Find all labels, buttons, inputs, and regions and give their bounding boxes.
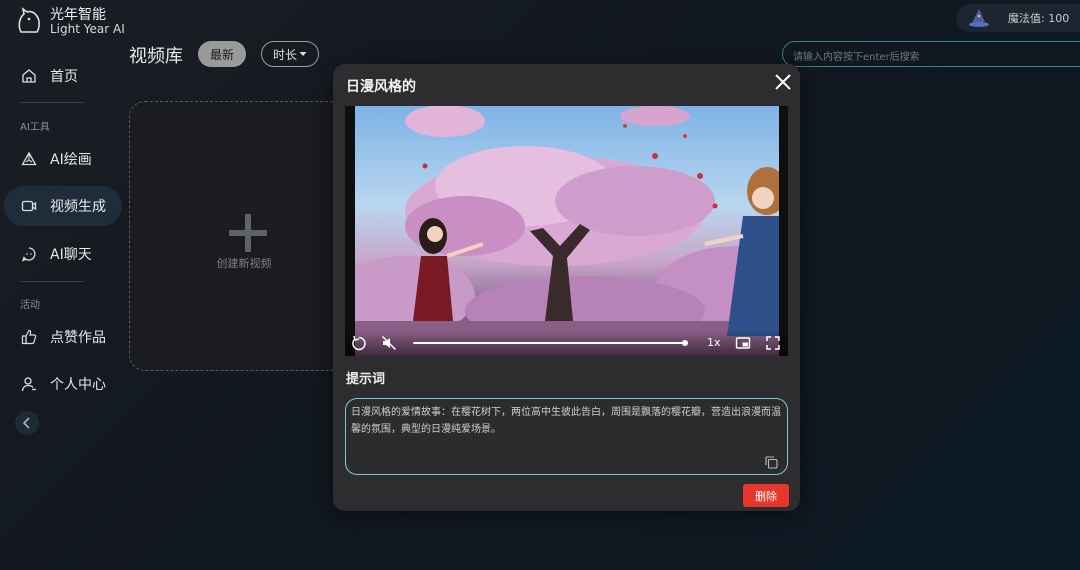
sidebar-divider: [20, 102, 84, 103]
close-icon[interactable]: [773, 72, 793, 92]
search-placeholder: 请输入内容按下enter后搜索: [793, 52, 920, 63]
prompt-heading: 提示词: [346, 372, 386, 387]
video-player[interactable]: 1x: [345, 106, 788, 356]
playback-speed[interactable]: 1x: [707, 336, 721, 349]
page-title: 视频库: [129, 46, 183, 67]
sidebar-item-home[interactable]: 首页: [4, 56, 122, 96]
muted-speaker-icon[interactable]: [381, 335, 397, 351]
wizard-hat-icon: [969, 9, 989, 27]
brand-name: 光年智能: [50, 7, 106, 23]
filter-duration-dropdown[interactable]: 时长: [261, 41, 319, 67]
filter-newest-button[interactable]: 最新: [198, 41, 246, 67]
copy-icon[interactable]: [765, 456, 778, 469]
delete-button[interactable]: 删除: [743, 484, 789, 507]
magic-points-caption: 魔法值:: [1008, 12, 1045, 25]
collapse-sidebar-button[interactable]: [15, 411, 39, 435]
progress-knob[interactable]: [682, 340, 688, 346]
video-detail-modal: 日漫风格的 1x 提示词 日漫风格的爱情故事：在樱花树下，两位高中生彼此告白，周…: [333, 64, 800, 511]
picture-in-picture-icon[interactable]: [735, 335, 751, 351]
replay-icon[interactable]: [351, 335, 367, 351]
sidebar-item-ai-chat[interactable]: AI聊天: [4, 234, 122, 274]
logo-icon: [18, 7, 40, 33]
caret-down-icon: [299, 52, 307, 56]
prompt-textarea[interactable]: 日漫风格的爱情故事：在樱花树下，两位高中生彼此告白，周围是飘落的樱花瓣，营造出浪…: [345, 398, 788, 475]
thumbs-up-icon: [20, 328, 38, 346]
video-thumbnail: [355, 106, 779, 356]
section-ai-tools: AI工具: [20, 122, 50, 133]
sidebar-item-label: 首页: [50, 69, 78, 85]
sidebar-item-label: 个人中心: [50, 377, 106, 393]
magic-points-label: 魔法值: 100: [1008, 10, 1069, 26]
video-progress-bar[interactable]: [413, 340, 688, 346]
triangle-icon: [20, 150, 38, 168]
home-icon: [20, 67, 38, 85]
brand-logo[interactable]: 光年智能 Light Year AI: [16, 4, 136, 38]
fullscreen-icon[interactable]: [765, 335, 781, 351]
brand-name-en: Light Year AI: [50, 22, 125, 36]
sidebar-item-label: 点赞作品: [50, 330, 106, 346]
section-activity: 活动: [20, 300, 40, 311]
filter-duration-label: 时长: [272, 47, 297, 62]
sidebar-divider: [20, 281, 84, 282]
magic-points-value: 100: [1048, 12, 1070, 25]
video-frame: [355, 106, 779, 356]
user-icon: [20, 375, 38, 393]
create-video-label: 创建新视频: [216, 257, 272, 270]
sidebar-item-label: 视频生成: [50, 199, 106, 215]
video-controls: 1x: [345, 330, 788, 356]
chevron-left-icon: [22, 417, 30, 429]
modal-title: 日漫风格的: [346, 79, 416, 95]
sidebar-item-video-generation[interactable]: 视频生成: [4, 186, 122, 226]
create-video-card[interactable]: 创建新视频: [129, 101, 359, 371]
magic-points-badge[interactable]: 魔法值: 100: [956, 4, 1080, 32]
video-icon: [20, 197, 38, 215]
sidebar-item-label: AI绘画: [50, 152, 92, 168]
sidebar-item-personal-center[interactable]: 个人中心: [4, 364, 122, 404]
sidebar-item-ai-painting[interactable]: AI绘画: [4, 139, 122, 179]
search-input[interactable]: 请输入内容按下enter后搜索: [782, 41, 1080, 67]
sidebar-item-label: AI聊天: [50, 247, 92, 263]
sidebar-item-liked-works[interactable]: 点赞作品: [4, 317, 122, 357]
prompt-text: 日漫风格的爱情故事：在樱花树下，两位高中生彼此告白，周围是飘落的樱花瓣，营造出浪…: [351, 407, 781, 435]
plus-icon: [229, 214, 267, 252]
chat-icon: [20, 245, 38, 263]
